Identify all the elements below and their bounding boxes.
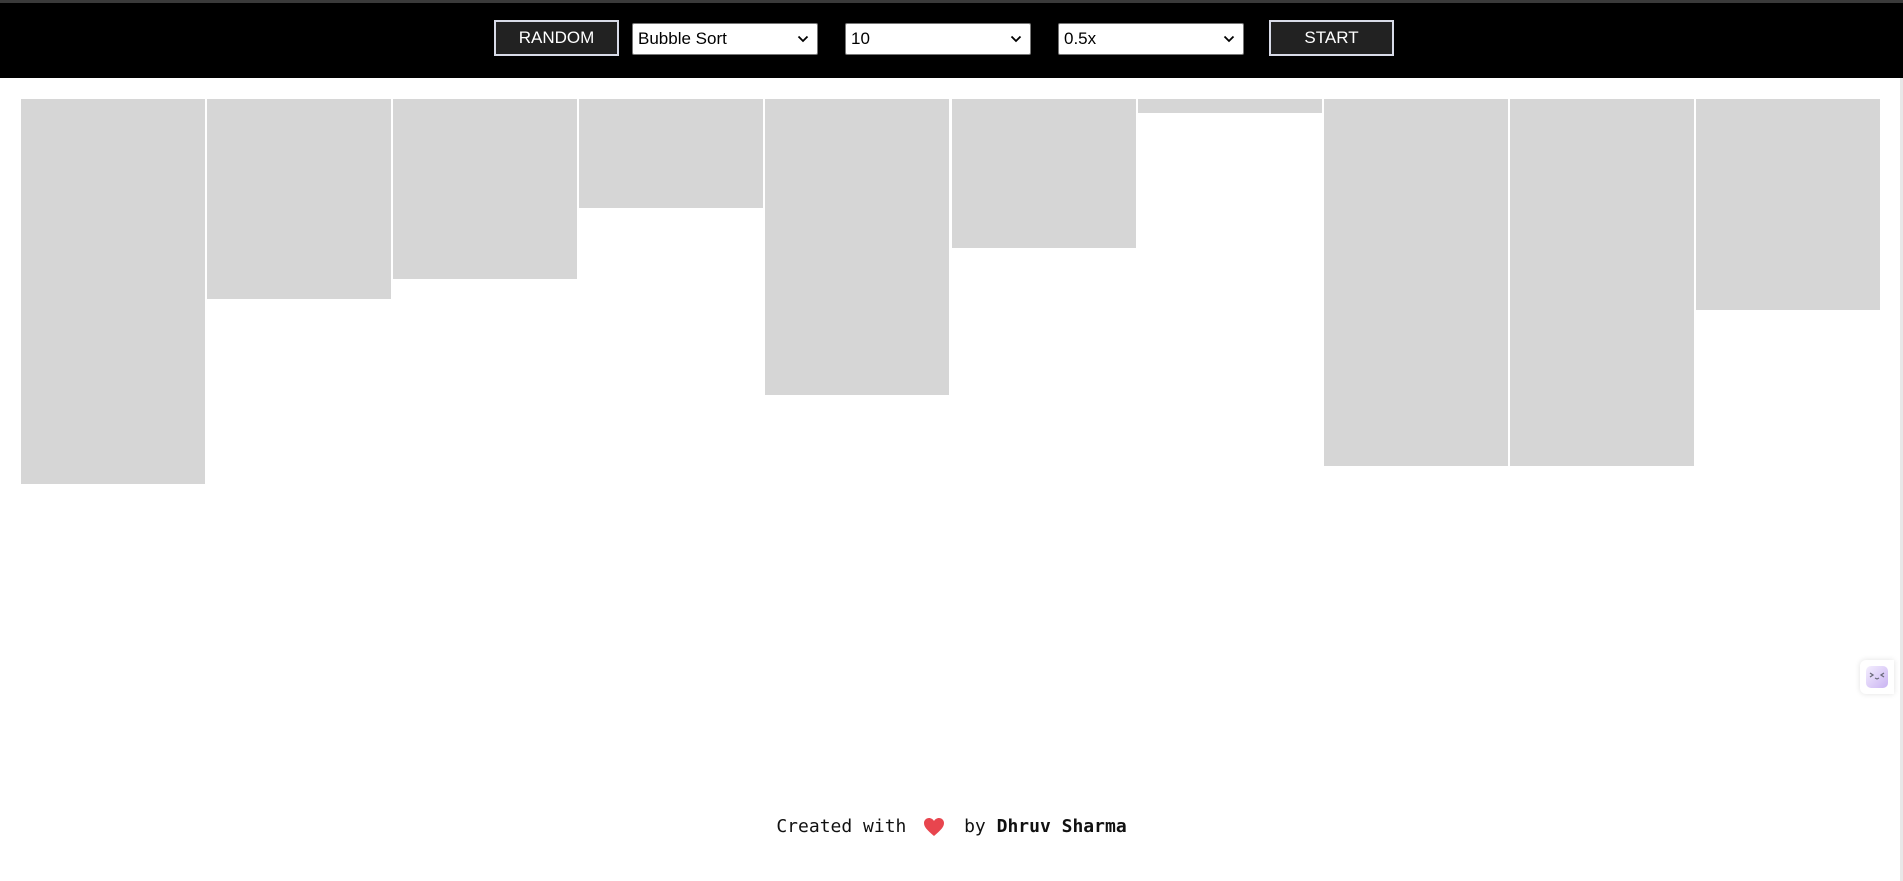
footer-by: by: [964, 816, 986, 837]
array-bar: [1323, 99, 1508, 466]
footer-author: Dhruv Sharma: [996, 816, 1127, 837]
array-bar: [21, 99, 205, 484]
heart-icon: [924, 818, 945, 836]
assistant-widget[interactable]: [1860, 660, 1894, 694]
footer-prefix: Created with: [776, 816, 907, 837]
array-bar: [951, 99, 1136, 248]
array-bar: [207, 99, 392, 299]
bars-container: [0, 0, 1903, 881]
array-bar: [765, 99, 950, 395]
bot-face-icon: [1866, 666, 1888, 688]
array-bar: [1137, 99, 1322, 113]
array-bar: [1509, 99, 1694, 466]
array-bar: [393, 99, 578, 279]
array-bar: [1695, 99, 1880, 310]
array-bar: [579, 99, 764, 208]
footer: Created with by Dhruv Sharma: [0, 812, 1903, 842]
